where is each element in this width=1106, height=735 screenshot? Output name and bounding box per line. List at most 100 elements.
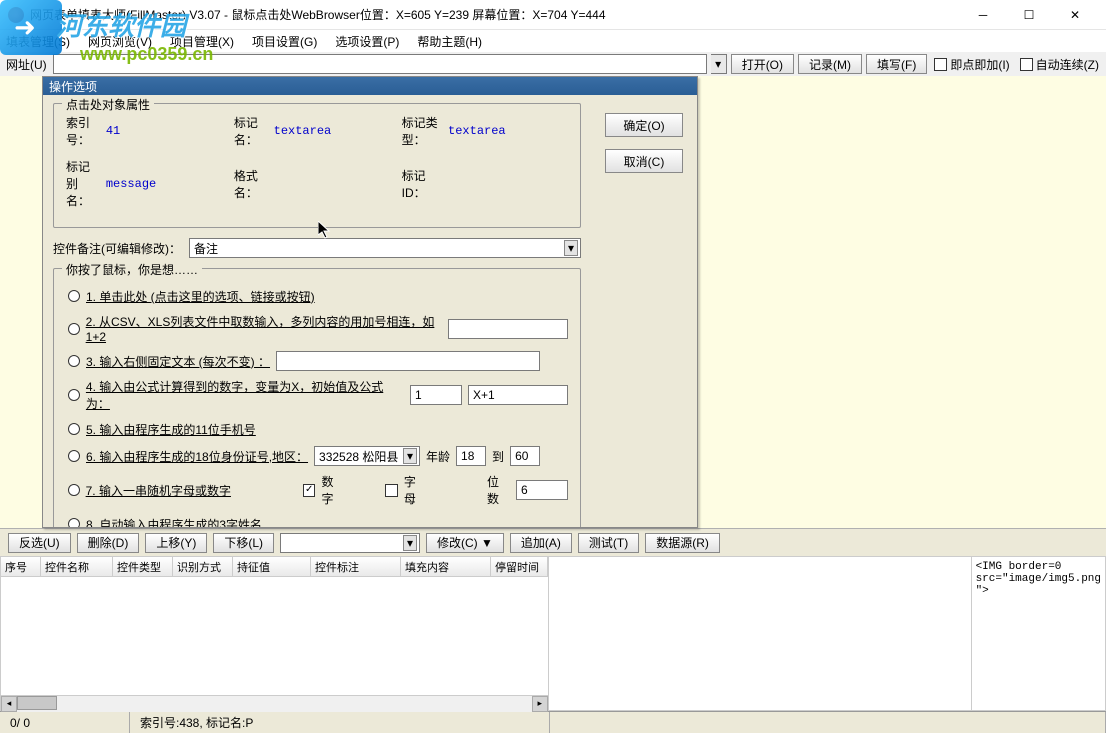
delete-button[interactable]: 删除(D) — [77, 533, 140, 553]
instant-checkbox[interactable]: 即点即加(I) — [931, 56, 1012, 73]
table-headers: 序号 控件名称 控件类型 识别方式 持征值 控件标注 填充内容 停留时间 — [1, 557, 548, 577]
action-toolbar: 反选(U) 删除(D) 上移(Y) 下移(L) ▾ 修改(C) ▼ 追加(A) … — [0, 528, 1106, 556]
tagid-label: 标记ID： — [402, 167, 440, 201]
option-1-radio[interactable] — [68, 290, 80, 302]
content-area: 操作选项 确定(O) 取消(C) 点击处对象属性 索引号： 41 标记名： te… — [0, 76, 1106, 528]
note-dropdown[interactable]: 备注▾ — [189, 238, 581, 258]
middle-panel[interactable] — [549, 556, 972, 711]
maximize-button[interactable]: ☐ — [1006, 0, 1052, 30]
option-4-init[interactable] — [410, 385, 462, 405]
table-body[interactable] — [1, 577, 548, 695]
option-4-formula[interactable] — [468, 385, 568, 405]
scroll-right-button[interactable]: ▸ — [532, 696, 548, 712]
option-7-length[interactable] — [516, 480, 568, 500]
style-label: 格式名： — [234, 167, 266, 201]
option-7-alpha-checkbox[interactable] — [385, 484, 398, 497]
titlebar: 网页表单填表大师(FillMaster) V3.07 - 鼠标点击处WebBro… — [0, 0, 1106, 30]
controls-table[interactable]: 序号 控件名称 控件类型 识别方式 持征值 控件标注 填充内容 停留时间 ◂ ▸ — [0, 556, 549, 711]
option-6-radio[interactable] — [68, 450, 80, 462]
menu-item[interactable]: 项目设置(G) — [252, 33, 317, 50]
close-button[interactable]: ✕ — [1052, 0, 1098, 30]
tag-value: textarea — [274, 124, 394, 138]
html-source-panel[interactable]: <IMG border=0 src="image/img5.png "> — [972, 556, 1106, 711]
header-content[interactable]: 填充内容 — [401, 557, 491, 576]
status-element: 索引号:438, 标记名:P — [130, 712, 550, 733]
option-4-row[interactable]: 4. 输入由公式计算得到的数字，变量为X，初始值及公式为： — [66, 378, 568, 412]
url-dropdown[interactable]: ▾ — [711, 54, 727, 74]
option-6-age-from[interactable] — [456, 446, 486, 466]
window-title: 网页表单填表大师(FillMaster) V3.07 - 鼠标点击处WebBro… — [30, 6, 960, 23]
status-empty — [550, 712, 1106, 733]
option-2-row[interactable]: 2. 从CSV、XLS列表文件中取数输入，多列内容的用加号相连，如1+2 — [66, 313, 568, 344]
header-name[interactable]: 控件名称 — [41, 557, 113, 576]
option-3-radio[interactable] — [68, 355, 80, 367]
address-bar: 网址(U) ▾ 打开(O) 记录(M) 填写(F) 即点即加(I) 自动连续(Z… — [0, 52, 1106, 76]
modify-button[interactable]: 修改(C) ▼ — [426, 533, 504, 553]
unselect-button[interactable]: 反选(U) — [8, 533, 71, 553]
url-input[interactable] — [53, 54, 707, 74]
option-7-radio[interactable] — [68, 484, 80, 496]
autoconn-checkbox[interactable]: 自动连续(Z) — [1017, 56, 1102, 73]
header-stay[interactable]: 停留时间 — [491, 557, 548, 576]
option-1-row[interactable]: 1. 单击此处 (点击这里的选项、链接或按钮) — [66, 286, 568, 306]
dialog-title: 操作选项 — [49, 78, 97, 95]
alias-label: 标记别名： — [66, 158, 98, 209]
menu-help[interactable]: 帮助主题(H) — [417, 33, 482, 50]
h-scrollbar[interactable]: ◂ ▸ — [1, 695, 548, 711]
menu-project[interactable]: 项目管理(X) — [170, 33, 234, 50]
header-type[interactable]: 控件类型 — [113, 557, 173, 576]
action-group-title: 你按了鼠标，你是想…… — [62, 261, 202, 278]
fill-button[interactable]: 填写(F) — [866, 54, 927, 74]
option-5-row[interactable]: 5. 输入由程序生成的11位手机号 — [66, 419, 568, 439]
menu-file[interactable]: 填表管理(S) — [6, 33, 70, 50]
option-3-input[interactable] — [276, 351, 540, 371]
append-button[interactable]: 追加(A) — [510, 533, 572, 553]
lists-area: 序号 控件名称 控件类型 识别方式 持征值 控件标注 填充内容 停留时间 ◂ ▸… — [0, 556, 1106, 711]
option-6-row[interactable]: 6. 输入由程序生成的18位身份证号,地区： 332528 松阳县▾ 年龄 到 — [66, 446, 568, 466]
ok-button[interactable]: 确定(O) — [605, 113, 683, 137]
statusbar: 0/ 0 索引号:438, 标记名:P — [0, 711, 1106, 733]
dialog-titlebar[interactable]: 操作选项 — [43, 77, 697, 95]
option-8-radio[interactable] — [68, 518, 80, 527]
index-value: 41 — [106, 124, 226, 138]
right-pane — [700, 76, 1106, 528]
movedown-button[interactable]: 下移(L) — [213, 533, 274, 553]
alias-value: message — [106, 177, 226, 191]
note-label: 控件备注(可编辑修改)： — [53, 240, 181, 257]
option-3-row[interactable]: 3. 输入右侧固定文本 (每次不变) ： — [66, 351, 568, 371]
options-dialog: 操作选项 确定(O) 取消(C) 点击处对象属性 索引号： 41 标记名： te… — [42, 76, 698, 528]
test-button[interactable]: 测试(T) — [578, 533, 639, 553]
option-7-row[interactable]: 7. 输入一串随机字母或数字 数字 字母 位数 — [66, 473, 568, 507]
header-seq[interactable]: 序号 — [1, 557, 41, 576]
menubar: 填表管理(S) 网页浏览(V) 项目管理(X) 项目设置(G) 选项设置(P) … — [0, 30, 1106, 52]
header-hold[interactable]: 持征值 — [233, 557, 311, 576]
menu-option[interactable]: 选项设置(P) — [335, 33, 399, 50]
datasource-button[interactable]: 数据源(R) — [645, 533, 720, 553]
attributes-group: 点击处对象属性 索引号： 41 标记名： textarea 标记类型： text… — [53, 103, 581, 228]
status-count: 0/ 0 — [0, 712, 130, 733]
record-button[interactable]: 记录(M) — [798, 54, 862, 74]
scroll-left-button[interactable]: ◂ — [1, 696, 17, 712]
minimize-button[interactable]: ─ — [960, 0, 1006, 30]
action-dropdown[interactable]: ▾ — [280, 533, 420, 553]
menu-browse[interactable]: 网页浏览(V) — [88, 33, 152, 50]
option-2-radio[interactable] — [68, 323, 80, 335]
option-4-radio[interactable] — [68, 389, 80, 401]
option-7-num-checkbox[interactable] — [303, 484, 316, 497]
index-label: 索引号： — [66, 114, 98, 148]
option-6-age-to[interactable] — [510, 446, 540, 466]
scroll-track[interactable] — [17, 696, 532, 712]
action-group: 你按了鼠标，你是想…… 1. 单击此处 (点击这里的选项、链接或按钮) 2. 从… — [53, 268, 581, 527]
open-button[interactable]: 打开(O) — [731, 54, 794, 74]
moveup-button[interactable]: 上移(Y) — [145, 533, 207, 553]
scroll-thumb[interactable] — [17, 696, 57, 710]
cancel-button[interactable]: 取消(C) — [605, 149, 683, 173]
url-label: 网址(U) — [4, 56, 49, 73]
header-identify[interactable]: 识别方式 — [173, 557, 233, 576]
option-5-radio[interactable] — [68, 423, 80, 435]
attributes-group-title: 点击处对象属性 — [62, 96, 154, 113]
header-tag[interactable]: 控件标注 — [311, 557, 401, 576]
option-8-row[interactable]: 8. 自动输入由程序生成的3字姓名 — [66, 514, 568, 527]
option-6-area-dropdown[interactable]: 332528 松阳县▾ — [314, 446, 420, 466]
option-2-input[interactable] — [448, 319, 568, 339]
